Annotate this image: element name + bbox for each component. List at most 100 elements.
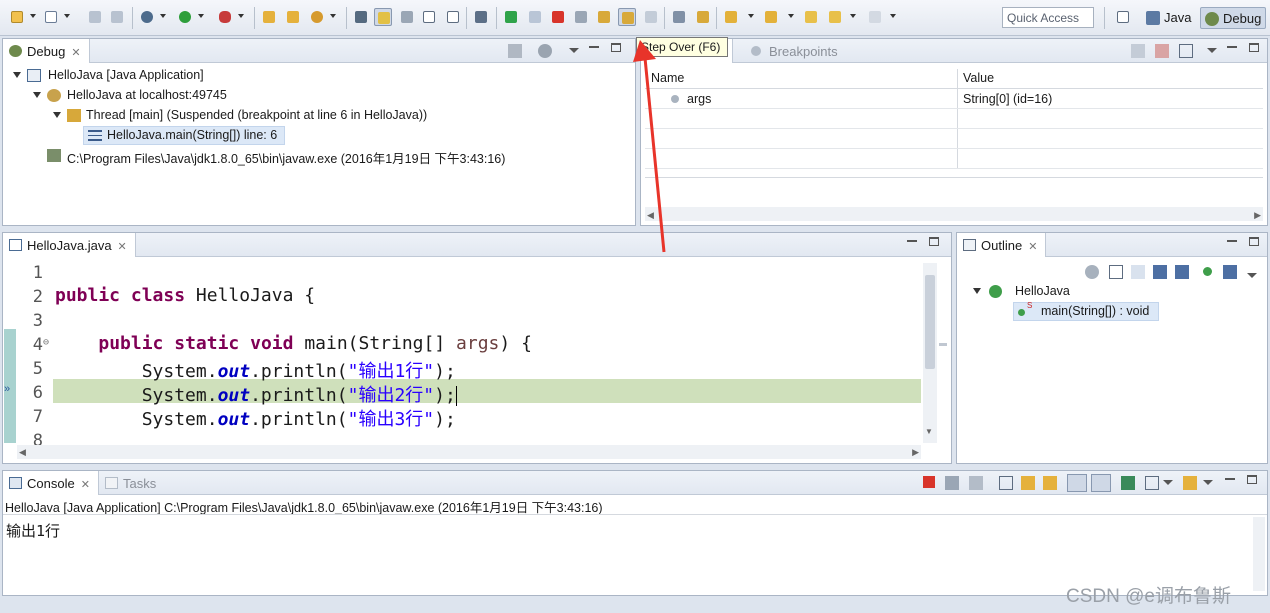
drop-to-frame-icon[interactable] (670, 8, 688, 26)
variables-header: Name Value (645, 69, 1263, 89)
tree-item-stack-frame[interactable]: HelloJava.main(String[]) line: 6 (83, 126, 285, 145)
open-folder-icon[interactable] (284, 8, 302, 26)
maximize-icon[interactable] (1247, 475, 1257, 484)
back-icon[interactable] (826, 8, 844, 26)
last-edit-icon[interactable] (802, 8, 820, 26)
word-wrap-icon[interactable] (1043, 476, 1057, 490)
console-output[interactable]: 输出1行 (6, 520, 60, 541)
open-console-icon[interactable] (1183, 476, 1197, 490)
pin-console-icon[interactable] (1121, 476, 1135, 490)
show-whitespace-icon[interactable] (444, 8, 462, 26)
display-console-menu-icon[interactable] (1163, 480, 1173, 485)
run-icon[interactable] (176, 8, 194, 26)
next-annotation-icon[interactable] (722, 8, 740, 26)
perspective-debug[interactable]: Debug (1200, 7, 1266, 29)
hide-fields-icon[interactable] (1153, 265, 1167, 279)
forward-icon[interactable] (866, 8, 884, 26)
close-icon[interactable]: ✕ (1028, 241, 1037, 253)
hide-non-public-icon[interactable] (1203, 267, 1212, 276)
use-step-filters-icon[interactable] (694, 8, 712, 26)
remove-launches-icon[interactable] (508, 44, 522, 58)
minimize-icon[interactable] (589, 46, 599, 48)
display-console-icon[interactable] (1145, 476, 1159, 490)
variable-row[interactable]: args String[0] (id=16) (645, 89, 1263, 109)
fold-icon[interactable]: ⊖ (43, 337, 49, 348)
link-editor-icon[interactable] (1109, 265, 1123, 279)
terminate-icon[interactable] (923, 476, 935, 488)
suspend-icon[interactable] (526, 8, 544, 26)
tab-breakpoints[interactable]: Breakpoints (745, 39, 846, 63)
save-all-icon[interactable] (108, 8, 126, 26)
horizontal-scrollbar[interactable]: ◀ ▶ (17, 445, 921, 459)
minimize-icon[interactable] (907, 240, 917, 242)
tab-debug[interactable]: Debug ✕ (3, 39, 90, 63)
java-app-icon (27, 69, 41, 82)
open-type-icon[interactable] (260, 8, 278, 26)
show-on-output-icon[interactable] (1067, 474, 1087, 492)
mark-occurrences-icon[interactable] (352, 8, 370, 26)
tab-console[interactable]: Console ✕ (3, 471, 99, 495)
quick-access-field[interactable]: Quick Access (1002, 7, 1094, 28)
view-menu-icon[interactable] (569, 48, 579, 53)
tab-tasks[interactable]: Tasks (99, 471, 164, 495)
watermark: CSDN @e调布鲁斯 (1066, 586, 1231, 607)
minimize-icon[interactable] (1227, 240, 1237, 242)
resume-icon[interactable] (502, 8, 520, 26)
step-over-icon[interactable] (618, 8, 636, 26)
show-on-error-icon[interactable] (1091, 474, 1111, 492)
minimize-icon[interactable] (1227, 46, 1237, 48)
block-select-icon[interactable] (420, 8, 438, 26)
vertical-scrollbar[interactable] (1253, 517, 1265, 591)
step-return-icon[interactable] (642, 8, 660, 26)
clear-console-icon[interactable] (999, 476, 1013, 490)
previous-annotation-icon[interactable] (762, 8, 780, 26)
tab-hellojava[interactable]: HelloJava.java ✕ (3, 233, 136, 257)
remove-all-terminated-icon[interactable] (969, 476, 983, 490)
terminate-icon[interactable] (549, 8, 567, 26)
open-console-menu-icon[interactable] (1203, 480, 1213, 485)
hide-local-types-icon[interactable] (1223, 265, 1237, 279)
search-icon[interactable] (308, 8, 326, 26)
vertical-scrollbar[interactable]: ▼ (923, 263, 937, 443)
variable-row-empty (645, 149, 1263, 169)
scroll-lock-icon[interactable] (1021, 476, 1035, 490)
close-icon[interactable]: ✕ (71, 47, 80, 59)
show-logical-structure-icon[interactable] (1155, 44, 1169, 58)
disconnect-icon[interactable] (572, 8, 590, 26)
tasks-tab-icon (105, 477, 118, 489)
sort-icon[interactable] (1131, 265, 1145, 279)
debug-view: Debug ✕ HelloJava [Java Application] Hell… (2, 38, 636, 226)
new-wizard-icon[interactable] (8, 8, 26, 26)
close-icon[interactable]: ✕ (118, 241, 127, 253)
skip-breakpoints-icon[interactable] (138, 8, 156, 26)
perspective-java[interactable]: Java (1142, 7, 1195, 29)
text-cursor (455, 386, 457, 406)
annotation-icon[interactable] (398, 8, 416, 26)
remove-launch-icon[interactable] (945, 476, 959, 490)
maximize-icon[interactable] (1249, 237, 1259, 246)
close-icon[interactable]: ✕ (81, 479, 90, 491)
open-perspective-icon[interactable] (1114, 8, 1132, 26)
collapse-all-icon[interactable] (1085, 265, 1099, 279)
new-java-icon[interactable] (42, 8, 60, 26)
save-icon[interactable] (86, 8, 104, 26)
skip-all-breakpoints-icon[interactable] (472, 8, 490, 26)
variables-view: Breakpoints Name Value args String[0] (i… (640, 38, 1268, 226)
debug-as-icon[interactable] (216, 8, 234, 26)
show-type-names-icon[interactable] (1131, 44, 1145, 58)
maximize-icon[interactable] (611, 43, 621, 52)
hide-static-icon[interactable] (1175, 265, 1189, 279)
highlight-icon[interactable] (374, 8, 392, 26)
maximize-icon[interactable] (1249, 43, 1259, 52)
overview-ruler[interactable] (939, 343, 947, 346)
maximize-icon[interactable] (929, 237, 939, 246)
collapse-icon[interactable] (538, 44, 552, 58)
step-into-icon[interactable] (595, 8, 613, 26)
outline-method[interactable]: S main(String[]) : void (1013, 301, 1159, 321)
horizontal-scrollbar[interactable]: ◀ ▶ (645, 207, 1263, 221)
tab-outline[interactable]: Outline ✕ (957, 233, 1047, 257)
view-menu-icon[interactable] (1247, 273, 1257, 278)
minimize-icon[interactable] (1225, 478, 1235, 480)
collapse-all-icon[interactable] (1179, 44, 1193, 58)
view-menu-icon[interactable] (1207, 48, 1217, 53)
